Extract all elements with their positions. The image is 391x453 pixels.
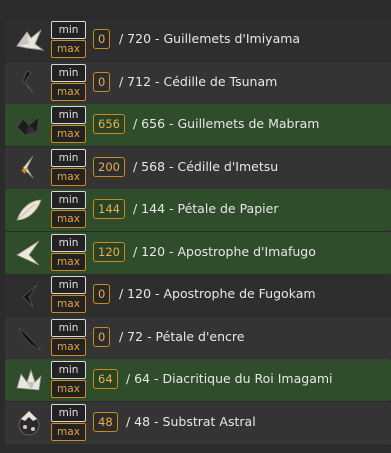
max-button[interactable]: max: [51, 210, 86, 228]
max-button[interactable]: max: [51, 380, 86, 398]
count-badge: 0: [93, 326, 111, 347]
min-button[interactable]: min: [51, 318, 86, 337]
list-item: min max 0 / 72 - Pétale d'encre: [5, 316, 391, 359]
min-button[interactable]: min: [51, 403, 86, 422]
list-item: min max 0 / 720 - Guillemets d'Imiyama: [5, 19, 391, 61]
max-button[interactable]: max: [51, 82, 86, 101]
list-item: min max 144 / 144 - Pétale de Papier: [5, 189, 391, 231]
max-button[interactable]: max: [51, 295, 86, 313]
list-item: min max 120 / 120 - Apostrophe d'Imafugo: [5, 231, 391, 274]
white-apostrophe-icon: [13, 237, 45, 269]
list-item: min max 200 / 568 - Cédille d'Imetsu: [5, 146, 391, 189]
item-label: / 64 - Diacritique du Roi Imagami: [126, 371, 333, 386]
ink-petal-icon: [13, 322, 45, 354]
min-button[interactable]: min: [51, 21, 86, 39]
min-button[interactable]: min: [51, 191, 86, 209]
white-crown-origami-icon: [13, 364, 45, 396]
item-label: / 120 - Apostrophe de Fugokam: [119, 286, 316, 301]
item-label: / 720 - Guillemets d'Imiyama: [119, 31, 301, 46]
max-button[interactable]: max: [51, 422, 86, 441]
black-apostrophe-icon: [13, 279, 45, 311]
list-item: min max 48 / 48 - Substrat Astral: [5, 401, 391, 444]
item-label: / 144 - Pétale de Papier: [133, 201, 279, 216]
count-badge: 144: [93, 199, 125, 219]
count-badge: 0: [93, 71, 111, 92]
divider: [5, 443, 391, 444]
item-label: / 72 - Pétale d'encre: [119, 328, 245, 344]
count-badge: 48: [93, 411, 118, 432]
count-badge: 0: [93, 284, 111, 304]
list-item: min max 0 / 120 - Apostrophe de Fugokam: [5, 274, 391, 316]
item-label: / 656 - Guillemets de Mabram: [133, 116, 320, 131]
dark-folded-paper-icon: [13, 109, 45, 141]
min-button[interactable]: min: [51, 276, 86, 294]
item-label: / 48 - Substrat Astral: [126, 413, 256, 429]
max-button[interactable]: max: [51, 337, 86, 356]
paper-petal-icon: [13, 194, 45, 226]
count-badge: 64: [93, 369, 118, 389]
black-cedilla-icon: [13, 67, 45, 99]
count-badge: 120: [93, 241, 125, 262]
min-button[interactable]: min: [51, 361, 86, 379]
resource-list: min max 0 / 720 - Guillemets d'Imiyama m…: [5, 19, 391, 444]
min-button[interactable]: min: [51, 233, 86, 252]
item-label: / 120 - Apostrophe d'Imafugo: [133, 243, 316, 259]
max-button[interactable]: max: [51, 125, 86, 143]
min-button[interactable]: min: [51, 63, 86, 82]
count-badge: 200: [93, 156, 125, 177]
list-item: min max 0 / 712 - Cédille de Tsunam: [5, 61, 391, 104]
max-button[interactable]: max: [51, 40, 86, 58]
list-item: min max 64 / 64 - Diacritique du Roi Ima…: [5, 359, 391, 401]
count-badge: 0: [93, 29, 111, 49]
min-button[interactable]: min: [51, 106, 86, 124]
orange-cedilla-icon: [13, 152, 45, 184]
min-button[interactable]: min: [51, 148, 86, 167]
list-item: min max 656 / 656 - Guillemets de Mabram: [5, 104, 391, 146]
count-badge: 656: [93, 114, 125, 134]
item-label: / 712 - Cédille de Tsunam: [119, 73, 278, 89]
max-button[interactable]: max: [51, 252, 86, 271]
astral-substrate-icon: [13, 407, 45, 439]
white-folded-paper-icon: [13, 24, 45, 56]
item-label: / 568 - Cédille d'Imetsu: [133, 158, 279, 174]
max-button[interactable]: max: [51, 167, 86, 186]
